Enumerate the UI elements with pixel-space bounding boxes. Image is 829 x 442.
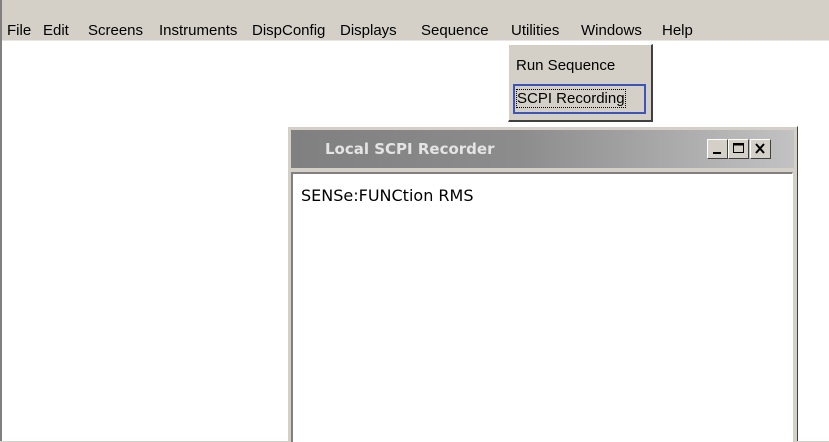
minimize-icon [713,152,721,154]
sequence-dropdown-menu: Run Sequence SCPI Recording [508,44,653,122]
menu-file[interactable]: File [7,21,31,41]
maximize-icon [733,143,744,153]
menu-item-run-sequence[interactable]: Run Sequence [516,56,615,76]
window-title: Local SCPI Recorder [325,140,495,158]
menu-windows[interactable]: Windows [581,21,642,41]
close-button[interactable] [750,139,771,159]
menu-displays[interactable]: Displays [340,21,397,41]
menu-sequence[interactable]: Sequence [421,21,489,41]
menu-item-scpi-recording-label: SCPI Recording [516,89,626,108]
menu-screens[interactable]: Screens [88,21,143,41]
menu-utilities[interactable]: Utilities [511,21,559,41]
maximize-button[interactable] [728,139,749,159]
window-title-bar[interactable]: Local SCPI Recorder [291,130,794,168]
minimize-button[interactable] [707,139,728,159]
menu-instruments[interactable]: Instruments [159,21,237,41]
recorded-command-text: SENSe:FUNCtion RMS [301,186,474,205]
menu-dispconfig[interactable]: DispConfig [252,21,325,41]
menu-edit[interactable]: Edit [43,21,69,41]
menu-help[interactable]: Help [662,21,693,41]
recorder-content-area[interactable]: SENSe:FUNCtion RMS [291,172,793,442]
menu-item-scpi-recording[interactable]: SCPI Recording [513,84,646,114]
close-icon [755,143,765,154]
local-scpi-recorder-window: Local SCPI Recorder SENSe:FUNCtion RMS [287,126,798,442]
menu-bar: File Edit Screens Instruments DispConfig… [2,0,829,41]
